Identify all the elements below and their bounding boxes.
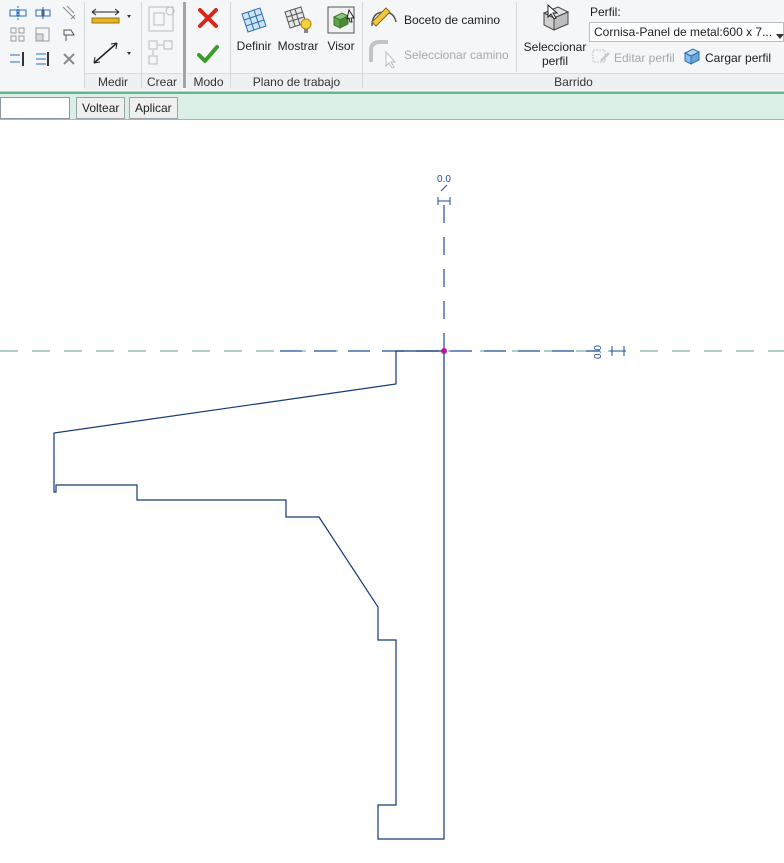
edit-profile-icon bbox=[592, 48, 610, 67]
workplane-viewer-label: Visor bbox=[327, 39, 355, 53]
panel-label-crear: Crear bbox=[142, 73, 182, 90]
align-icon[interactable] bbox=[8, 4, 28, 22]
sketch-path-label: Boceto de camino bbox=[404, 12, 501, 27]
load-profile-icon bbox=[683, 47, 701, 68]
options-bar-input[interactable] bbox=[0, 97, 70, 119]
origin-point[interactable] bbox=[441, 348, 447, 354]
workplane-bulb-icon bbox=[282, 4, 314, 36]
trim-icon[interactable] bbox=[33, 50, 53, 68]
profile-dropdown-value: Cornisa-Panel de metal:600 x 7... bbox=[594, 25, 773, 39]
profile-label: Perfil: bbox=[590, 5, 621, 19]
load-profile-label: Cargar perfil bbox=[705, 50, 772, 65]
drawing-canvas[interactable]: 0.0 0.0 bbox=[0, 121, 784, 860]
delete-icon[interactable] bbox=[58, 50, 80, 68]
chevron-down-icon[interactable] bbox=[776, 29, 784, 43]
panel-separator bbox=[516, 2, 517, 72]
viewer-icon bbox=[325, 4, 357, 36]
show-workplane-label: Mostrar bbox=[277, 39, 319, 53]
measure-icon[interactable] bbox=[88, 38, 134, 68]
set-workplane-button[interactable]: Definir bbox=[234, 4, 274, 53]
array-icon[interactable] bbox=[8, 26, 28, 44]
workplane-grid-icon bbox=[238, 4, 270, 36]
right-reference-tag[interactable]: 0.0 bbox=[593, 345, 626, 359]
ribbon: Medir Crear Modo Definir Mostrar Visor P… bbox=[0, 0, 784, 92]
unpin-icon[interactable] bbox=[58, 3, 80, 21]
panel-label-modo: Modo bbox=[187, 73, 230, 90]
flip-button[interactable]: Voltear bbox=[76, 97, 126, 119]
edit-profile-button[interactable]: Editar perfil bbox=[592, 48, 675, 67]
pin-icon[interactable] bbox=[58, 26, 80, 44]
select-profile-label-1: Seleccionar bbox=[523, 40, 587, 54]
panel-label-medir: Medir bbox=[85, 73, 141, 90]
workplane-viewer-button[interactable]: Visor bbox=[322, 4, 360, 53]
profile-dropdown[interactable]: Cornisa-Panel de metal:600 x 7... bbox=[589, 22, 784, 42]
top-reference-tag[interactable]: 0.0 bbox=[437, 174, 451, 205]
scale-icon[interactable] bbox=[33, 26, 53, 44]
set-workplane-label: Definir bbox=[236, 39, 272, 53]
show-workplane-button[interactable]: Mostrar bbox=[276, 4, 320, 53]
finish-edit-icon[interactable] bbox=[193, 40, 223, 68]
split-icon[interactable] bbox=[8, 50, 28, 68]
create-group-icon[interactable] bbox=[145, 3, 179, 35]
select-profile-label-2: perfil bbox=[541, 54, 568, 68]
offset-icon[interactable] bbox=[33, 4, 53, 22]
panel-separator bbox=[183, 2, 186, 88]
right-reference-label: 0.0 bbox=[593, 345, 604, 359]
sketch-path-icon bbox=[368, 6, 400, 33]
sketch-svg: 0.0 0.0 bbox=[0, 174, 784, 840]
cornice-profile-sketch[interactable] bbox=[53, 350, 445, 840]
select-profile-button[interactable]: Seleccionar perfil bbox=[521, 3, 589, 68]
pick-path-label: Seleccionar camino bbox=[404, 47, 509, 62]
create-similar-icon[interactable] bbox=[145, 37, 179, 69]
load-profile-button[interactable]: Cargar perfil bbox=[683, 47, 771, 68]
panel-label-barrido: Barrido bbox=[363, 73, 784, 90]
panel-label-plano: Plano de trabajo bbox=[231, 73, 362, 90]
select-profile-icon bbox=[538, 3, 572, 37]
top-reference-label: 0.0 bbox=[437, 174, 451, 185]
edit-profile-label: Editar perfil bbox=[614, 50, 675, 65]
options-bar: Voltear Aplicar bbox=[0, 92, 784, 120]
pick-path-icon bbox=[368, 38, 400, 71]
sketch-path-button[interactable]: Boceto de camino bbox=[368, 6, 500, 33]
cancel-edit-icon[interactable] bbox=[193, 4, 223, 32]
pick-path-button[interactable]: Seleccionar camino bbox=[368, 38, 509, 71]
apply-button[interactable]: Aplicar bbox=[129, 97, 178, 119]
aligned-dimension-icon[interactable] bbox=[88, 4, 134, 28]
